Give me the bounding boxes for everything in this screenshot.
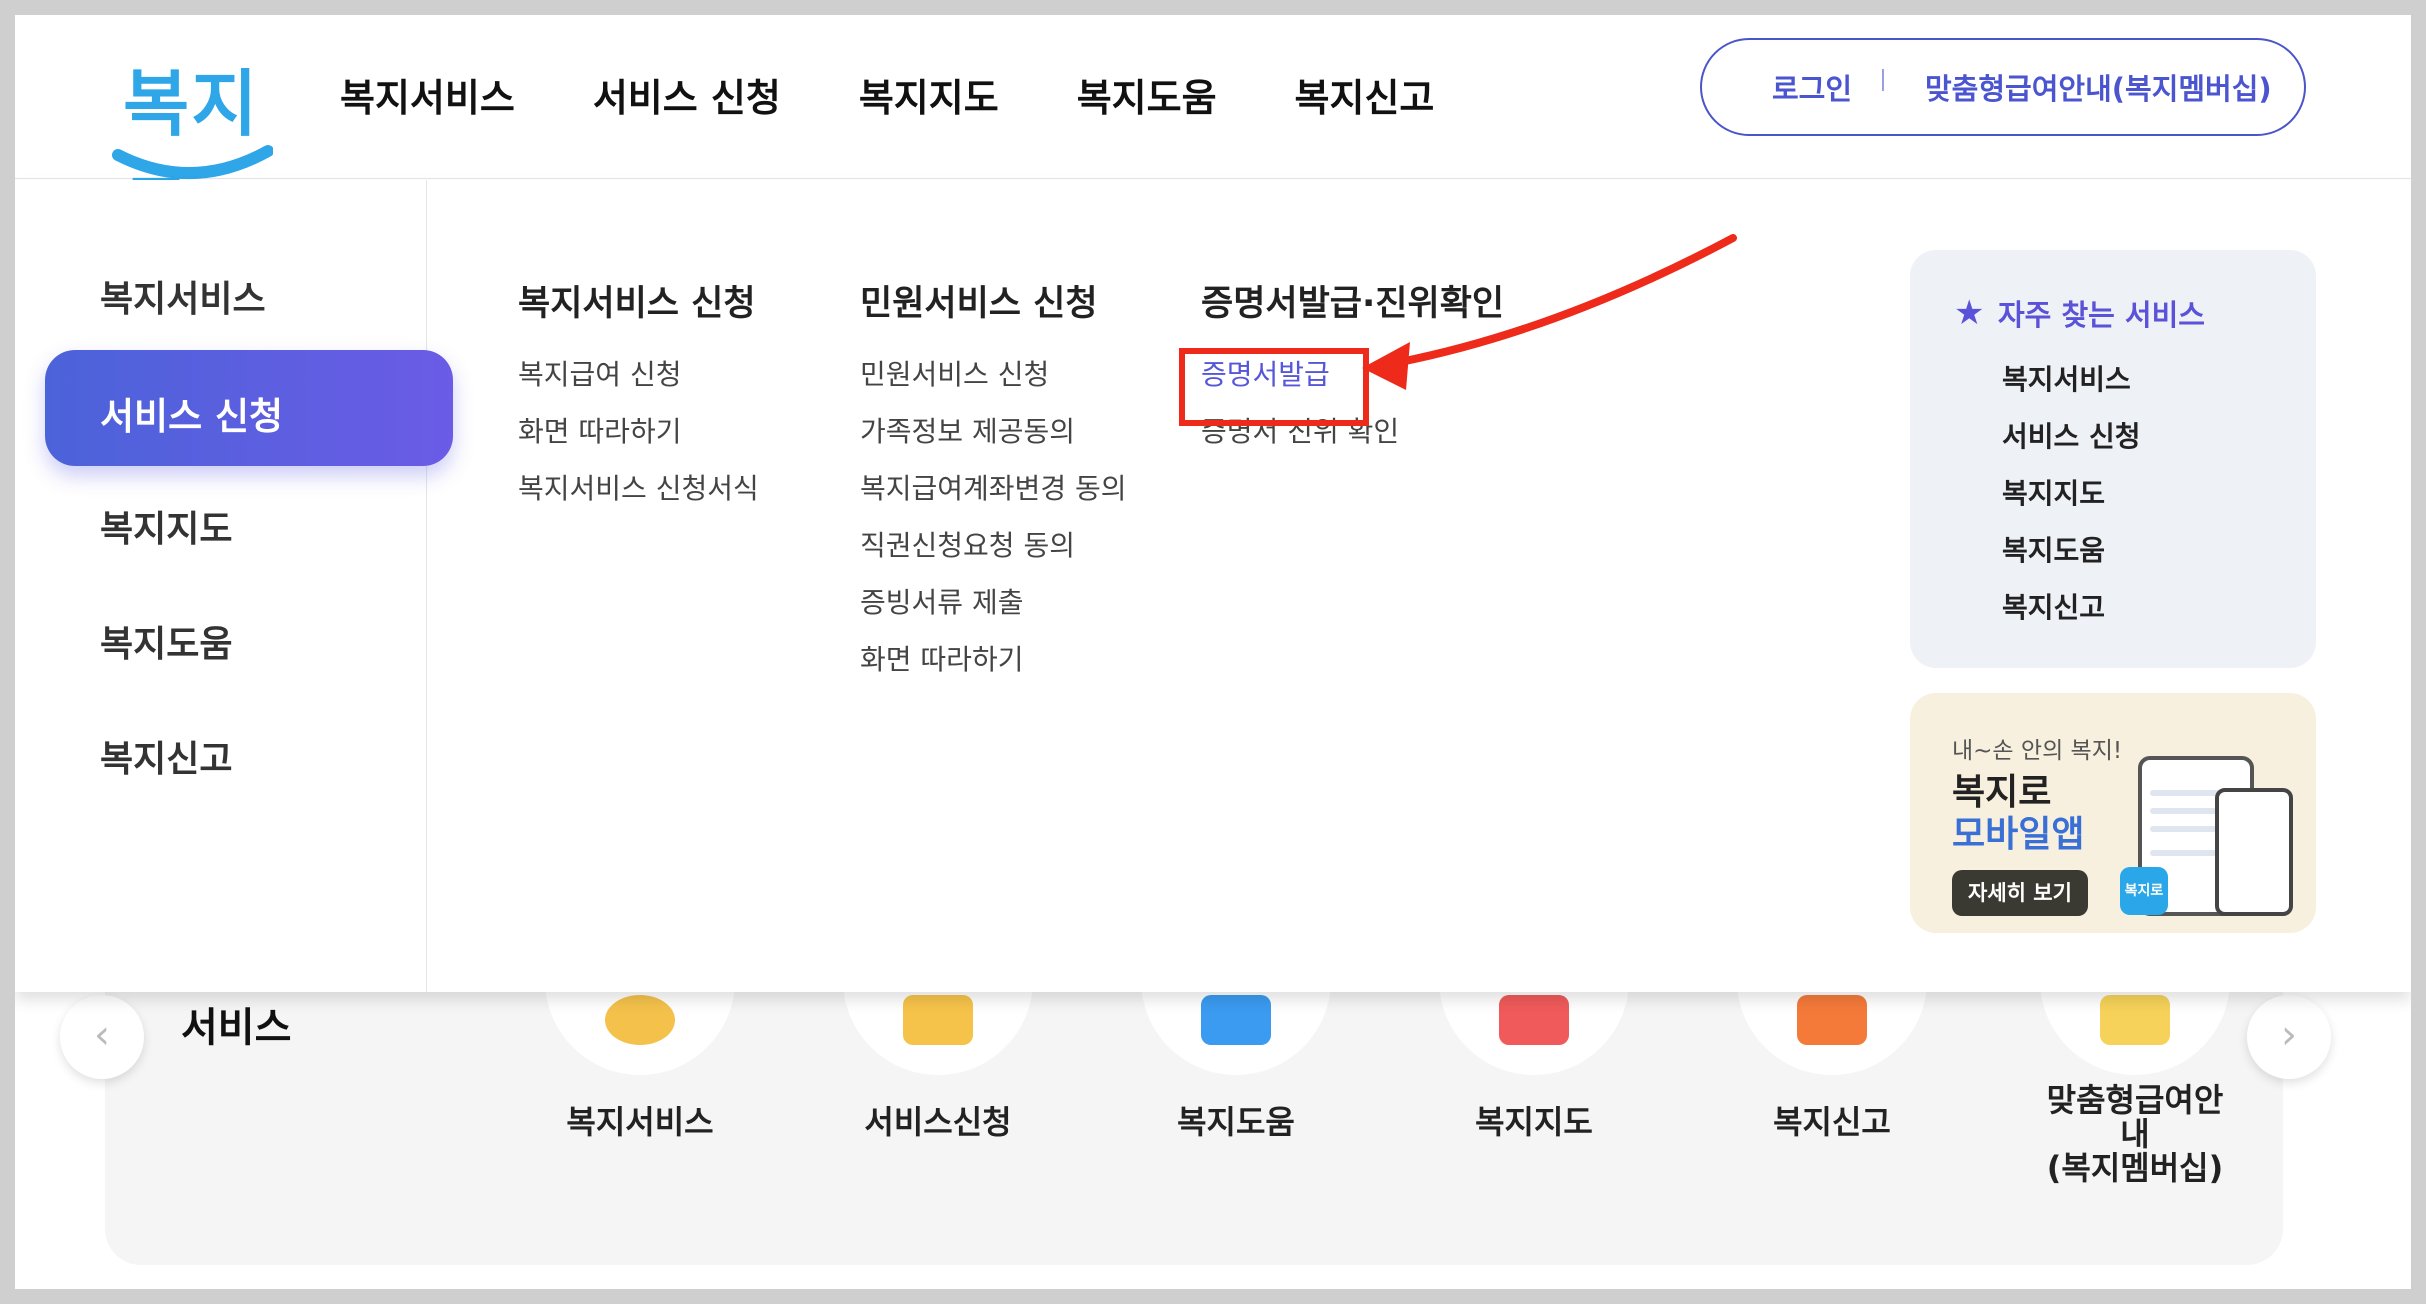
menu-link[interactable]: 직권신청요청 동의 bbox=[860, 529, 1127, 586]
service-strip-title: 서비스 bbox=[181, 1005, 292, 1051]
service-label: 복지서비스 bbox=[566, 1103, 714, 1141]
util-box: 로그인 맞춤형급여안내(복지멤버십) bbox=[1700, 38, 2306, 136]
menu-link[interactable]: 복지서비스 신청서식 bbox=[518, 472, 759, 529]
service-label: 복지지도 bbox=[1475, 1103, 1593, 1141]
service-label: 서비스신청 bbox=[864, 1103, 1012, 1141]
menu-column-welfare-apply: 복지서비스 신청 복지급여 신청 화면 따라하기 복지서비스 신청서식 bbox=[518, 275, 759, 529]
lnb-item-welfare-map[interactable]: 복지지도 bbox=[100, 500, 232, 552]
favorites-title: ★ 자주 찾는 서비스 bbox=[1954, 292, 2205, 334]
menu-link[interactable]: 복지급여계좌변경 동의 bbox=[860, 472, 1127, 529]
login-link[interactable]: 로그인 bbox=[1772, 66, 1852, 108]
column-title: 민원서비스 신청 bbox=[860, 284, 1098, 324]
favorite-link[interactable]: 복지서비스 bbox=[2002, 358, 2131, 398]
gnb-welfare-service[interactable]: 복지서비스 bbox=[340, 67, 515, 122]
column-title: 증명서발급·진위확인 bbox=[1201, 284, 1505, 324]
gnb-welfare-map[interactable]: 복지지도 bbox=[859, 67, 999, 122]
menu-link[interactable]: 민원서비스 신청 bbox=[860, 358, 1127, 415]
mobile-app-promo: 내~손 안의 복지! 복지로 모바일앱 자세히 보기 복지로 bbox=[1910, 693, 2316, 933]
app-promo-subtitle: 내~손 안의 복지! bbox=[1952, 738, 2123, 764]
menu-link[interactable]: 화면 따라하기 bbox=[860, 643, 1127, 700]
app-promo-title-accent: 모바일앱 bbox=[1952, 814, 2085, 855]
logo-smile-icon bbox=[112, 145, 273, 180]
favorite-link[interactable]: 복지도움 bbox=[2002, 529, 2105, 569]
gnb-welfare-help[interactable]: 복지도움 bbox=[1077, 67, 1217, 122]
service-label: 복지신고 bbox=[1773, 1103, 1891, 1141]
left-menu: 복지서비스 서비스 신청 복지지도 복지도움 복지신고 bbox=[15, 180, 453, 992]
app-detail-button[interactable]: 자세히 보기 bbox=[1952, 870, 2088, 916]
lnb-item-welfare-help[interactable]: 복지도움 bbox=[100, 615, 232, 667]
app-logo-icon: 복지로 bbox=[2120, 867, 2168, 915]
favorite-link[interactable]: 복지지도 bbox=[2002, 472, 2105, 512]
gnb-service-apply[interactable]: 서비스 신청 bbox=[593, 67, 781, 122]
mega-menu-panel: 복지서비스 서비스 신청 복지지도 복지도움 복지신고 복지서비스 신청 복지급… bbox=[15, 180, 2411, 992]
phone-mockup-image bbox=[2215, 788, 2293, 916]
membership-link[interactable]: 맞춤형급여안내(복지멤버십) bbox=[1925, 66, 2272, 108]
menu-link[interactable]: 증빙서류 제출 bbox=[860, 586, 1127, 643]
menu-link[interactable]: 복지급여 신청 bbox=[518, 358, 759, 415]
lnb-item-service-apply[interactable]: 서비스 신청 bbox=[45, 350, 453, 466]
gnb-welfare-report[interactable]: 복지신고 bbox=[1295, 67, 1435, 122]
divider bbox=[1882, 69, 1884, 91]
menu-link[interactable]: 화면 따라하기 bbox=[518, 415, 759, 472]
lnb-item-label: 서비스 신청 bbox=[100, 395, 284, 438]
lnb-item-welfare-service[interactable]: 복지서비스 bbox=[100, 270, 266, 322]
header: 복지로 복지서비스 서비스 신청 복지지도 복지도움 복지신고 로그인 맞춤형급… bbox=[15, 15, 2411, 251]
annotation-highlight-box bbox=[1179, 348, 1369, 426]
favorites-title-text: 자주 찾는 서비스 bbox=[1998, 298, 2205, 332]
global-nav: 복지서비스 서비스 신청 복지지도 복지도움 복지신고 bbox=[340, 67, 1434, 122]
menu-column-civil-apply: 민원서비스 신청 민원서비스 신청 가족정보 제공동의 복지급여계좌변경 동의 … bbox=[860, 275, 1127, 700]
favorite-link[interactable]: 서비스 신청 bbox=[2002, 415, 2141, 455]
favorites-box: ★ 자주 찾는 서비스 복지서비스 서비스 신청 복지지도 복지도움 복지신고 bbox=[1910, 250, 2316, 668]
chevron-left-icon[interactable]: ‹ bbox=[60, 995, 144, 1079]
logo[interactable]: 복지로 bbox=[103, 33, 273, 251]
star-icon: ★ bbox=[1954, 293, 1985, 333]
service-label: 복지도움 bbox=[1177, 1103, 1295, 1141]
service-label: 맞춤형급여안내 (복지멤버십) bbox=[2046, 1081, 2224, 1187]
favorite-link[interactable]: 복지신고 bbox=[2002, 586, 2105, 626]
lnb-item-welfare-report[interactable]: 복지신고 bbox=[100, 730, 232, 782]
page-frame: 서비스 ‹ › 복지서비스 서비스신청 복지도움 복지지도 복지신고 맞춤형급여… bbox=[15, 15, 2411, 1289]
chevron-right-icon[interactable]: › bbox=[2247, 995, 2331, 1079]
column-title: 복지서비스 신청 bbox=[518, 284, 756, 324]
menu-link[interactable]: 가족정보 제공동의 bbox=[860, 415, 1127, 472]
